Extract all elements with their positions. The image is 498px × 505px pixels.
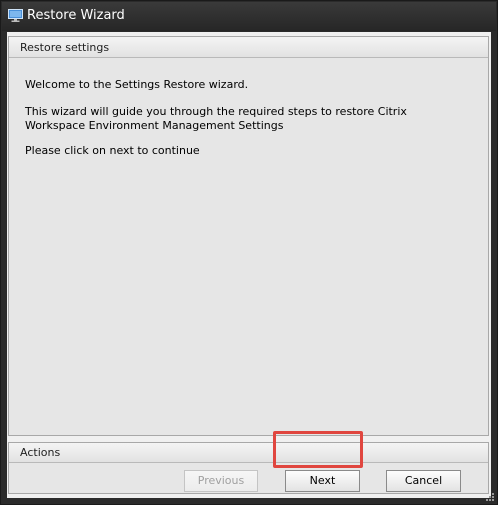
restore-settings-header: Restore settings bbox=[9, 37, 488, 58]
next-button[interactable]: Next bbox=[285, 470, 360, 492]
resize-grip-icon[interactable] bbox=[485, 492, 495, 502]
monitor-icon bbox=[8, 9, 23, 22]
continue-text: Please click on next to continue bbox=[25, 144, 200, 157]
restore-settings-body: Welcome to the Settings Restore wizard. … bbox=[10, 63, 487, 432]
actions-group: Actions Previous Next Cancel bbox=[8, 442, 489, 494]
previous-button[interactable]: Previous bbox=[184, 470, 258, 492]
next-button-highlight bbox=[273, 431, 363, 468]
welcome-text: Welcome to the Settings Restore wizard. bbox=[25, 78, 249, 91]
actions-title: Actions bbox=[20, 446, 61, 459]
cancel-button[interactable]: Cancel bbox=[386, 470, 461, 492]
wizard-client-area: Restore settings Welcome to the Settings… bbox=[7, 32, 491, 498]
restore-settings-title: Restore settings bbox=[20, 41, 110, 54]
restore-settings-group: Restore settings Welcome to the Settings… bbox=[8, 36, 489, 436]
restore-wizard-window: Restore Wizard Restore settings Welcome … bbox=[0, 0, 498, 505]
title-bar[interactable]: Restore Wizard bbox=[2, 2, 496, 31]
actions-header: Actions bbox=[9, 443, 488, 463]
guide-text: This wizard will guide you through the r… bbox=[25, 105, 407, 132]
window-title: Restore Wizard bbox=[27, 8, 125, 23]
